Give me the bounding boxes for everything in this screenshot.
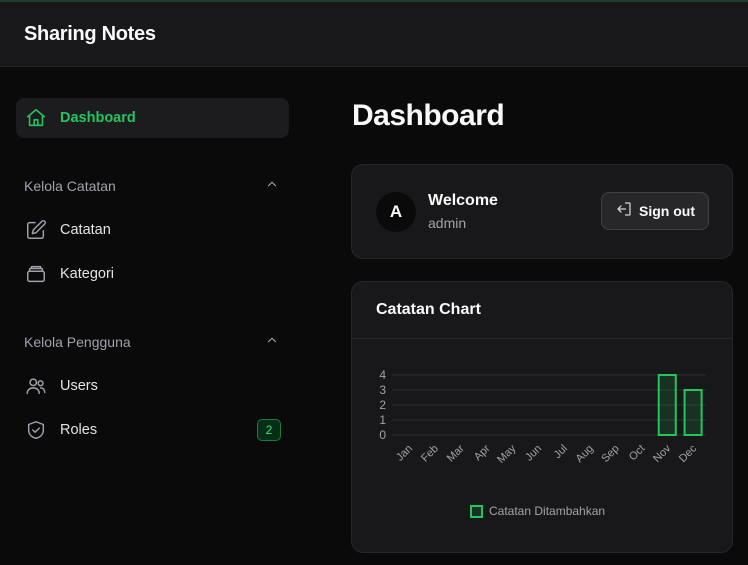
welcome-username: admin — [428, 215, 467, 231]
sidebar-item-label: Roles — [60, 422, 98, 438]
section-label: Kelola Catatan — [24, 178, 116, 194]
sidebar-item-label: Users — [60, 378, 98, 394]
chart-card: Catatan Chart 0 1 2 3 4 Jan Feb Mar Apr May Jun Jul… — [351, 281, 733, 553]
shield-icon — [24, 418, 48, 442]
x-tick-label: Oct — [627, 443, 648, 464]
chart-bar — [683, 389, 703, 436]
x-tick-label: Apr — [472, 442, 493, 463]
x-tick-label: Jun — [523, 443, 544, 464]
sidebar-item-kategori[interactable]: Kategori — [16, 254, 289, 294]
sidebar-item-catatan[interactable]: Catatan — [16, 210, 289, 250]
welcome-card: A Welcome admin Sign out — [351, 164, 733, 259]
avatar: A — [376, 192, 416, 232]
app-title: Sharing Notes — [24, 22, 156, 45]
y-tick-label: 0 — [379, 428, 386, 442]
catatan-bar-chart: 01234 Jan Feb Mar Apr May Jun Jul Aug Sep Oct Nov De… — [379, 368, 706, 466]
section-kelola-catatan[interactable]: Kelola Catatan — [24, 174, 279, 198]
sidebar-item-label: Dashboard — [60, 110, 136, 126]
chevron-up-icon — [265, 177, 279, 196]
page-title: Dashboard — [352, 99, 505, 132]
sign-out-label: Sign out — [639, 203, 695, 219]
home-icon — [24, 106, 48, 130]
chart-title: Catatan Chart — [376, 301, 481, 318]
top-bar: Sharing Notes — [0, 2, 748, 67]
edit-icon — [24, 218, 48, 242]
legend-swatch — [470, 504, 483, 518]
section-label: Kelola Pengguna — [24, 334, 131, 350]
sidebar-item-label: Kategori — [60, 266, 115, 282]
chart-legend[interactable]: Catatan Ditambahkan — [470, 504, 605, 518]
section-kelola-pengguna[interactable]: Kelola Pengguna — [24, 330, 279, 354]
y-tick-label: 3 — [379, 383, 386, 397]
welcome-title: Welcome — [428, 192, 498, 209]
x-tick-label: Nov — [651, 442, 674, 465]
sidebar-item-dashboard[interactable]: Dashboard — [16, 98, 289, 138]
roles-count-badge: 2 — [257, 419, 281, 441]
legend-label: Catatan Ditambahkan — [489, 504, 606, 518]
chevron-up-icon — [265, 333, 279, 352]
x-tick-label: Dec — [677, 442, 700, 465]
x-tick-label: May — [495, 442, 519, 466]
sign-out-button[interactable]: Sign out — [601, 192, 709, 230]
y-tick-label: 4 — [379, 368, 386, 382]
x-tick-label: Mar — [445, 442, 467, 464]
main-content: Dashboard A Welcome admin Sign out Catat… — [305, 67, 748, 565]
y-tick-label: 2 — [379, 398, 386, 412]
x-tick-label: Jul — [552, 443, 570, 461]
sidebar-item-roles[interactable]: Roles 2 — [16, 410, 289, 450]
chart-header: Catatan Chart — [352, 282, 732, 339]
users-icon — [24, 374, 48, 398]
sidebar: Dashboard Kelola Catatan Catatan Kategor… — [0, 67, 305, 565]
chart-bar — [657, 374, 677, 436]
x-tick-label: Jan — [394, 443, 415, 464]
x-tick-label: Feb — [419, 443, 441, 465]
archive-icon — [24, 262, 48, 286]
sidebar-item-users[interactable]: Users — [16, 366, 289, 406]
y-tick-label: 1 — [379, 413, 386, 427]
sidebar-item-label: Catatan — [60, 222, 111, 238]
sign-out-icon — [615, 200, 633, 223]
x-tick-label: Sep — [599, 443, 621, 465]
x-tick-label: Aug — [574, 443, 596, 465]
